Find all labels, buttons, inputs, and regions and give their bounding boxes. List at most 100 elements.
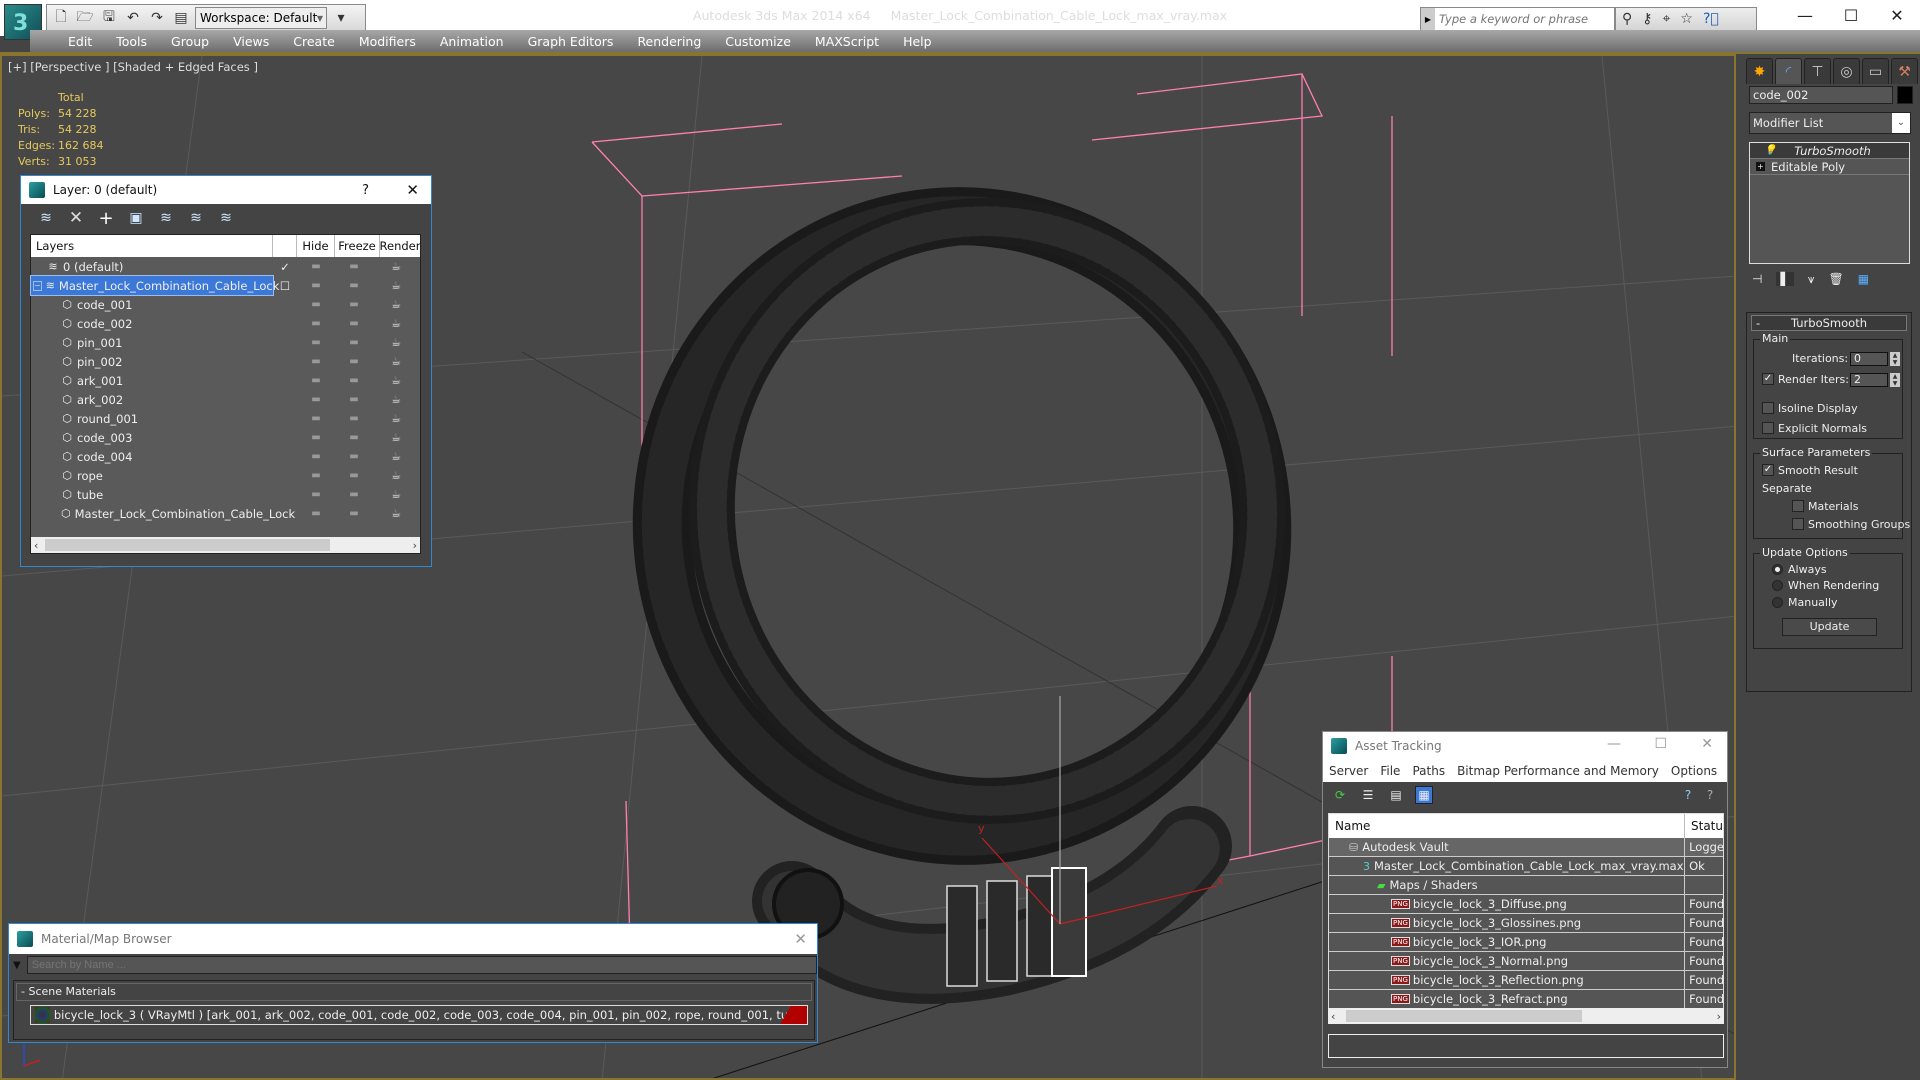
layer-name-cell[interactable]: ⬡ ark_002 [31, 390, 273, 409]
make-unique-icon[interactable]: ⩛ [1808, 272, 1815, 287]
scroll-left-icon[interactable]: ‹ [1331, 1010, 1335, 1023]
render-teapot-icon[interactable]: ☕ [373, 507, 419, 520]
layer-row[interactable]: ⬡ code_004 ▬ ▬ ☕ [31, 447, 420, 466]
col-freeze[interactable]: Freeze [335, 235, 380, 257]
help-icon[interactable]: ? [1679, 786, 1697, 804]
freeze-toggle[interactable]: ▬ [335, 318, 373, 329]
hide-toggle[interactable]: ▬ [297, 261, 335, 272]
tab-motion[interactable]: ◎ [1833, 58, 1860, 84]
new-file-icon[interactable]: 🗋 [51, 8, 71, 28]
menu-paths[interactable]: Paths [1412, 764, 1445, 778]
pin-stack-icon[interactable]: ⊣ [1752, 272, 1762, 286]
tree-view-icon[interactable]: ▤ [1387, 786, 1405, 804]
freeze-toggle[interactable]: ▬ [335, 356, 373, 367]
select-objects-icon[interactable]: ▣ [127, 209, 145, 227]
hide-toggle[interactable]: ▬ [297, 489, 335, 500]
freeze-toggle[interactable]: ▬ [335, 299, 373, 310]
layer-row[interactable]: ⬡ Master_Lock_Combination_Cable_Lock ▬ ▬ ☕ [31, 504, 420, 523]
show-end-result-icon[interactable]: ▌ [1776, 272, 1794, 286]
hide-toggle[interactable]: ▬ [297, 337, 335, 348]
scrollbar-thumb[interactable] [45, 539, 330, 551]
menu-file[interactable]: File [1380, 764, 1400, 778]
maximize-button[interactable]: ☐ [1828, 0, 1874, 30]
scene-materials-group[interactable]: - Scene Materials [16, 983, 812, 1001]
scrollbar-thumb[interactable] [1346, 1010, 1582, 1022]
satellite-icon[interactable]: ⌖ [1663, 11, 1671, 27]
freeze-toggle[interactable]: ▬ [335, 280, 373, 291]
tab-hierarchy[interactable]: ⊤ [1804, 58, 1831, 84]
freeze-toggle[interactable]: ▬ [335, 508, 373, 519]
asset-row[interactable]: 3 Master_Lock_Combination_Cable_Lock_max_… [1329, 857, 1723, 876]
hide-freeze-all-icon[interactable]: ≋ [217, 209, 235, 227]
expand-plus-icon[interactable]: + [1756, 162, 1765, 171]
render-teapot-icon[interactable]: ☕ [373, 298, 419, 311]
freeze-toggle[interactable]: ▬ [335, 337, 373, 348]
menu-maxscript[interactable]: MAXScript [803, 30, 891, 53]
tab-utilities[interactable]: ⚒ [1891, 58, 1918, 84]
minimize-button[interactable]: — [1607, 736, 1621, 752]
undo-icon[interactable]: ↶ [123, 8, 143, 28]
freeze-toggle[interactable]: ▬ [335, 413, 373, 424]
close-button[interactable]: ✕ [1874, 0, 1920, 30]
remove-modifier-icon[interactable]: 🗑 [1828, 272, 1843, 286]
col-layers[interactable]: Layers [31, 235, 273, 257]
key-icon[interactable]: ⚷ [1642, 11, 1652, 27]
hide-toggle[interactable]: ▬ [297, 451, 335, 462]
lightbulb-icon[interactable]: 💡 [1764, 145, 1776, 156]
freeze-toggle[interactable]: ▬ [335, 261, 373, 272]
open-file-icon[interactable]: 🗁 [75, 8, 95, 28]
current-layer-toggle[interactable]: ✓ [273, 260, 297, 274]
hide-toggle[interactable]: ▬ [297, 413, 335, 424]
layer-row[interactable]: ⬡ pin_001 ▬ ▬ ☕ [31, 333, 420, 352]
asset-row[interactable]: PNG bicycle_lock_3_Normal.png Found [1329, 952, 1723, 971]
rollout-header[interactable]: - TurboSmooth [1751, 315, 1907, 331]
scroll-left-icon[interactable]: ‹ [34, 539, 38, 552]
list-view-icon[interactable]: ☰ [1359, 786, 1377, 804]
smoothing-groups-checkbox[interactable] [1792, 518, 1804, 530]
scroll-right-icon[interactable]: › [413, 539, 417, 552]
layer-row[interactable]: ⬡ ark_002 ▬ ▬ ☕ [31, 390, 420, 409]
layer-row[interactable]: − ≋ Master_Lock_Combination_Cable_Lock ☐ ▬ ▬ ☕ [30, 275, 420, 296]
layer-row[interactable]: ⬡ round_001 ▬ ▬ ☕ [31, 409, 420, 428]
menu-create[interactable]: Create [281, 30, 347, 53]
layer-row[interactable]: ⬡ tube ▬ ▬ ☕ [31, 485, 420, 504]
render-iters-checkbox[interactable]: ✓ [1762, 373, 1774, 385]
asset-horizontal-scrollbar[interactable]: ‹ › [1328, 1008, 1724, 1024]
menu-options[interactable]: Options [1671, 764, 1717, 778]
render-teapot-icon[interactable]: ☕ [373, 412, 419, 425]
render-teapot-icon[interactable]: ☕ [373, 393, 419, 406]
render-teapot-icon[interactable]: ☕ [373, 450, 419, 463]
table-view-icon[interactable]: ▦ [1415, 786, 1433, 804]
asset-row[interactable]: PNG bicycle_lock_3_Diffuse.png Found [1329, 895, 1723, 914]
smooth-result-checkbox[interactable]: ✓ [1762, 464, 1774, 476]
hide-toggle[interactable]: ▬ [297, 432, 335, 443]
layer-dialog-titlebar[interactable]: Layer: 0 (default) ? ✕ [21, 176, 431, 204]
tab-modify[interactable]: ◜ [1775, 58, 1802, 84]
col-hide[interactable]: Hide [297, 235, 335, 257]
menu-help[interactable]: Help [891, 30, 944, 53]
layer-row[interactable]: ≋ 0 (default) ✓ ▬ ▬ ☕ [31, 257, 420, 276]
freeze-toggle[interactable]: ▬ [335, 470, 373, 481]
hide-toggle[interactable]: ▬ [297, 394, 335, 405]
layer-name-cell[interactable]: ⬡ ark_001 [31, 371, 273, 390]
close-icon[interactable]: ✕ [794, 930, 807, 948]
tab-display[interactable]: ▭ [1862, 58, 1889, 84]
radio-always[interactable] [1772, 564, 1783, 575]
menu-customize[interactable]: Customize [713, 30, 803, 53]
maximize-button[interactable]: ☐ [1654, 736, 1667, 752]
layer-name-cell[interactable]: ≋ 0 (default) [31, 257, 273, 276]
asset-row[interactable]: PNG bicycle_lock_3_IOR.png Found [1329, 933, 1723, 952]
menu-graph-editors[interactable]: Graph Editors [516, 30, 626, 53]
layer-name-cell[interactable]: ⬡ code_002 [31, 314, 273, 333]
redo-icon[interactable]: ↷ [147, 8, 167, 28]
render-teapot-icon[interactable]: ☕ [373, 431, 419, 444]
configure-sets-icon[interactable]: ▦ [1858, 272, 1869, 286]
render-teapot-icon[interactable]: ☕ [373, 469, 419, 482]
hide-toggle[interactable]: ▬ [297, 508, 335, 519]
radio-when-rendering[interactable] [1772, 580, 1783, 591]
close-icon[interactable]: ✕ [406, 181, 419, 199]
layer-name-cell[interactable]: ⬡ code_003 [31, 428, 273, 447]
object-name-field[interactable]: code_002 [1749, 86, 1893, 104]
minimize-button[interactable]: — [1782, 0, 1828, 30]
hide-toggle[interactable]: ▬ [297, 318, 335, 329]
